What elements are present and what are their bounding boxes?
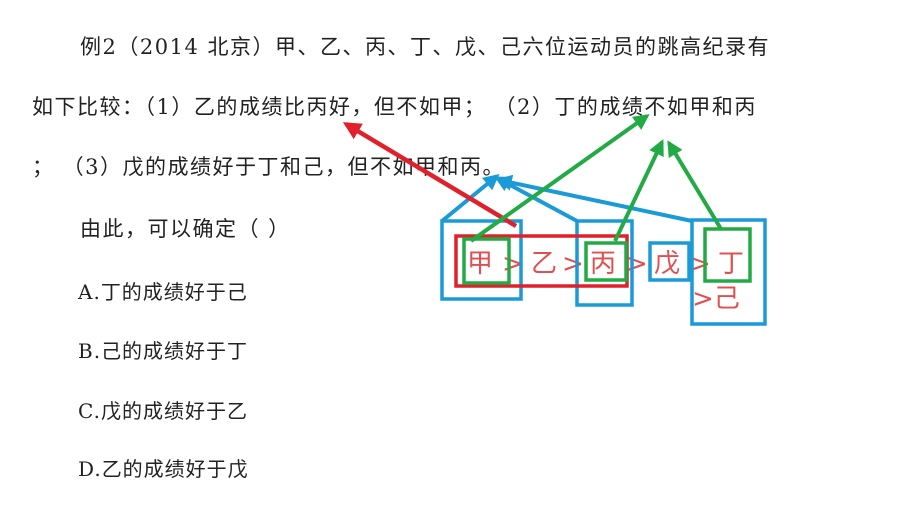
green-arrow-line [613,139,664,242]
green-box-bing [584,241,628,282]
green-box-jia [462,237,511,285]
annotation-overlay [342,114,767,326]
red-arrow-line [342,122,518,228]
green-box-ding [703,227,752,283]
blue-box-ding-ji [690,218,767,326]
blue-box-wu [648,241,691,282]
